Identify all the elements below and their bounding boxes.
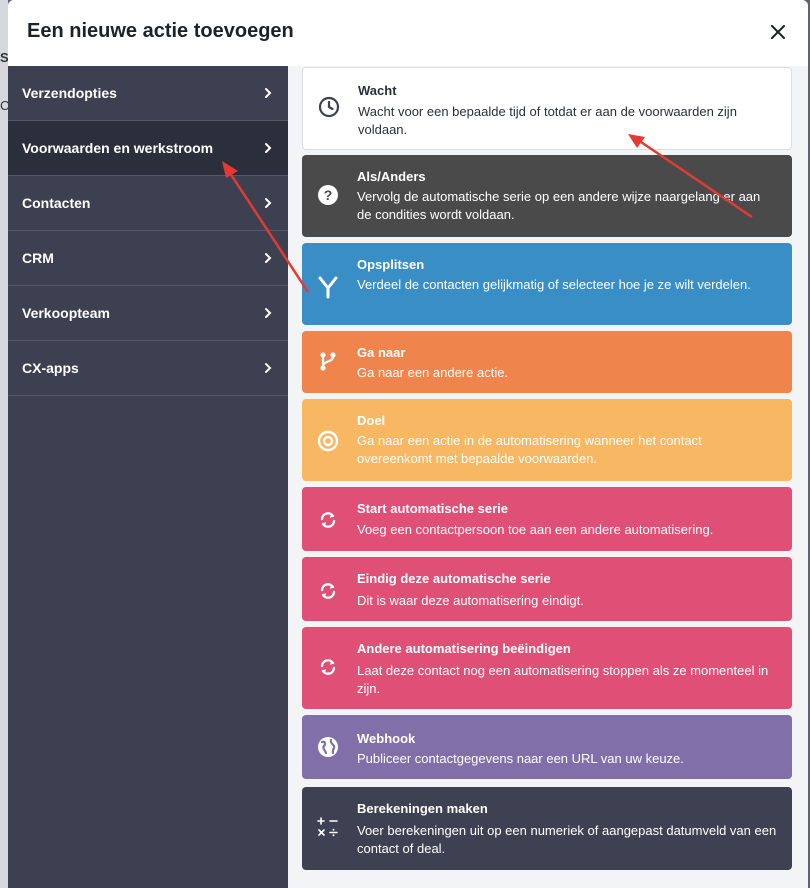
action-card-doel[interactable]: Doel Ga naar een actie in de automatiser… [302,399,792,481]
action-title: Andere automatisering beëindigen [357,641,571,656]
category-sidebar: Verzendopties Voorwaarden en werkstroom … [8,66,288,888]
action-description: Voeg een contactpersoon toe aan een ande… [357,522,714,537]
action-title: Webhook [357,731,416,746]
branch-icon [316,349,340,373]
sidebar-item-label: Verzendopties [22,85,117,101]
sidebar-item-crm[interactable]: CRM [8,231,288,286]
target-icon [316,429,340,453]
action-description: Dit is waar deze automatisering eindigt. [357,593,584,608]
action-title: Als/Anders [357,169,426,184]
add-action-modal: Een nieuwe actie toevoegen Verzendopties… [8,0,808,888]
actions-list: Wacht Wacht voor een bepaalde tijd of to… [288,66,808,888]
close-button[interactable] [766,20,790,44]
svg-text:?: ? [324,187,333,203]
sidebar-item-label: CRM [22,250,54,266]
action-title: Start automatische serie [357,501,509,516]
action-description: Verdeel de contacten gelijkmatig of sele… [357,277,751,292]
action-description: Laat deze contact nog een automatisering… [357,663,769,696]
action-card-eindig-automatische-serie[interactable]: Eindig deze automatische serie Dit is wa… [302,557,792,621]
sidebar-item-label: Voorwaarden en werkstroom [22,140,214,156]
sidebar-item-label: Contacten [22,195,91,211]
globe-icon [316,735,340,759]
action-title: Eindig deze automatische serie [357,571,551,586]
sidebar-item-contacten[interactable]: Contacten [8,176,288,231]
action-description: Ga naar een actie in de automatisering w… [357,433,702,466]
action-description: Publiceer contactgegevens naar een URL v… [357,751,684,766]
chevron-right-icon [265,143,272,153]
background-page: S C [0,0,9,888]
clock-icon [317,95,341,119]
close-icon [771,25,785,39]
action-title: Wacht [358,83,397,98]
question-icon: ? [316,183,340,207]
sync-icon [316,655,340,679]
sidebar-item-verkoopteam[interactable]: Verkoopteam [8,286,288,341]
action-card-als-anders[interactable]: ? Als/Anders Vervolg de automatische ser… [302,155,792,237]
action-card-berekeningen-maken[interactable]: Berekeningen maken Voer berekeningen uit… [302,787,792,870]
action-card-start-automatische-serie[interactable]: Start automatische serie Voeg een contac… [302,487,792,551]
sync-icon [316,579,340,603]
modal-title: Een nieuwe actie toevoegen [27,20,294,42]
chevron-right-icon [265,198,272,208]
modal-header: Een nieuwe actie toevoegen [8,0,808,66]
action-card-wacht[interactable]: Wacht Wacht voor een bepaalde tijd of to… [302,67,792,150]
calculator-icon [316,815,340,839]
sidebar-item-label: CX-apps [22,360,79,376]
action-description: Wacht voor een bepaalde tijd of totdat e… [358,104,737,137]
action-description: Voer berekeningen uit op een numeriek of… [357,823,777,856]
chevron-right-icon [265,363,272,373]
action-description: Vervolg de automatische serie op een and… [357,189,761,222]
action-title: Ga naar [357,345,406,360]
action-card-webhook[interactable]: Webhook Publiceer contactgegevens naar e… [302,715,792,779]
action-description: Ga naar een andere actie. [357,365,509,380]
split-icon [316,275,340,299]
action-title: Opsplitsen [357,257,425,272]
sidebar-item-cx-apps[interactable]: CX-apps [8,341,288,396]
sidebar-item-label: Verkoopteam [22,305,110,321]
action-title: Doel [357,413,386,428]
action-title: Berekeningen maken [357,801,488,816]
chevron-right-icon [265,88,272,98]
action-card-opsplitsen[interactable]: Opsplitsen Verdeel de contacten gelijkma… [302,243,792,325]
sync-icon [316,508,340,532]
sidebar-item-verzendopties[interactable]: Verzendopties [8,66,288,121]
chevron-right-icon [265,253,272,263]
action-card-ga-naar[interactable]: Ga naar Ga naar een andere actie. [302,331,792,393]
chevron-right-icon [265,308,272,318]
sidebar-item-voorwaarden[interactable]: Voorwaarden en werkstroom [8,121,288,176]
action-card-andere-automatisering-beeindigen[interactable]: Andere automatisering beëindigen Laat de… [302,627,792,709]
